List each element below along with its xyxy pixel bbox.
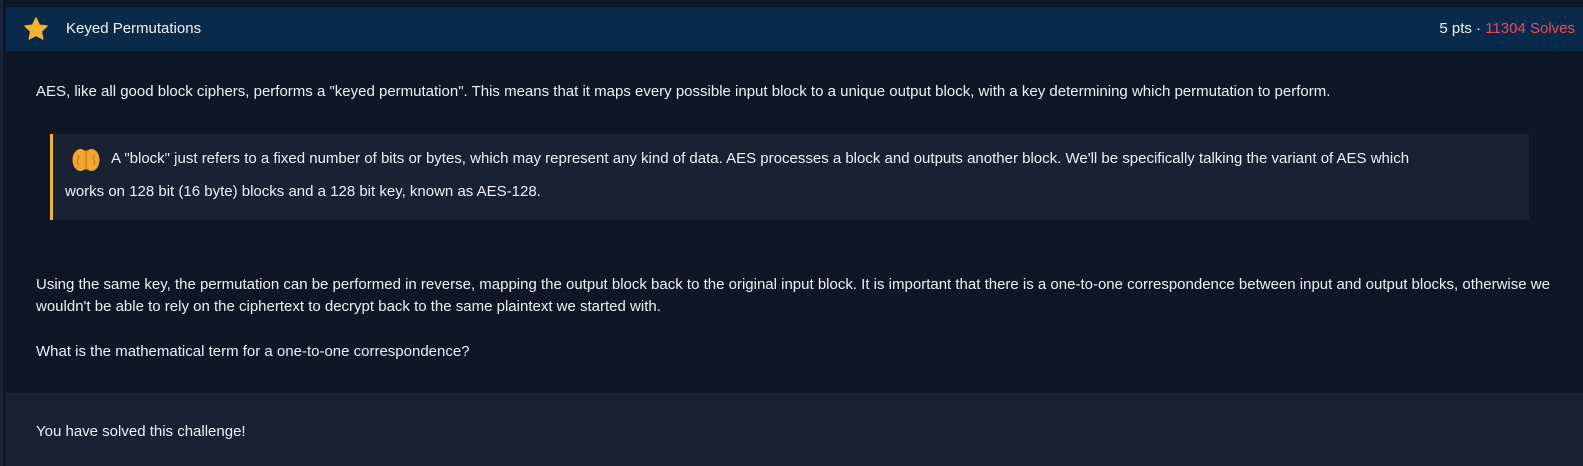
- points-label: 5 pts ·: [1439, 20, 1486, 37]
- description-paragraph: AES, like all good block ciphers, perfor…: [36, 83, 1331, 100]
- question-text: What is the mathematical term for a one-…: [36, 343, 470, 360]
- callout-text-line-1: A "block" just refers to a fixed number …: [111, 150, 1410, 167]
- solved-status-text: You have solved this challenge!: [36, 423, 246, 440]
- challenge-header[interactable]: Keyed Permutations 5 pts · 11304 Solves: [6, 7, 1583, 51]
- solves-count: 11304 Solves: [1485, 20, 1575, 37]
- callout-text-line-2: works on 128 bit (16 byte) blocks and a …: [65, 183, 541, 200]
- challenge-meta: 5 pts · 11304 Solves: [1439, 7, 1575, 51]
- brain-icon: [71, 147, 101, 173]
- solved-status-panel: You have solved this challenge!: [6, 393, 1583, 466]
- info-callout: A "block" just refers to a fixed number …: [50, 134, 1529, 220]
- description-paragraph: Using the same key, the permutation can …: [36, 276, 1550, 315]
- challenge-title: Keyed Permutations: [66, 20, 202, 37]
- star-icon[interactable]: [23, 16, 49, 42]
- challenge-card: Keyed Permutations 5 pts · 11304 Solves …: [0, 0, 1583, 466]
